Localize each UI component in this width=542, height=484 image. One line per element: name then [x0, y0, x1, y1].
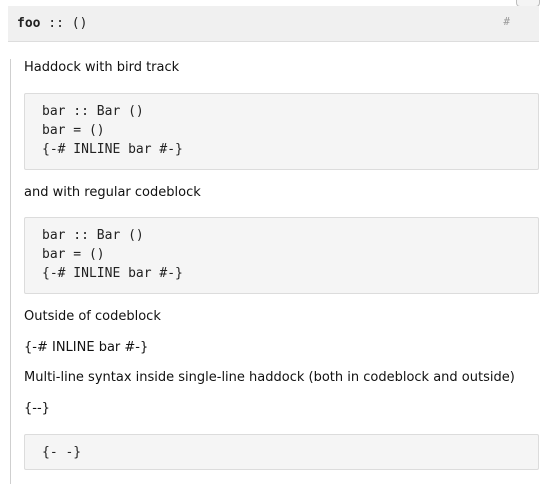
- documentation-page: foo :: () # Haddock with bird track bar …: [0, 0, 542, 484]
- code-block-regular: bar :: Bar () bar = () {-# INLINE bar #-…: [24, 217, 539, 294]
- code-line: bar :: Bar (): [42, 104, 144, 119]
- code-line: bar = (): [42, 123, 105, 138]
- anchor-link[interactable]: #: [503, 15, 510, 28]
- doc-paragraph-bird-track: Haddock with bird track: [24, 60, 180, 75]
- code-block-braces: {- -}: [24, 434, 539, 470]
- code-line: bar :: Bar (): [42, 228, 144, 243]
- code-block-bird-track: bar :: Bar () bar = () {-# INLINE bar #-…: [24, 93, 539, 170]
- code-line: {-# INLINE bar #-}: [42, 142, 183, 157]
- declaration-header: foo :: () #: [8, 6, 539, 42]
- doc-braces-outside: {--}: [24, 401, 50, 416]
- doc-pragma-outside: {-# INLINE bar #-}: [24, 340, 149, 355]
- code-line: bar = (): [42, 247, 105, 262]
- doc-paragraph-regular: and with regular codeblock: [24, 185, 201, 200]
- function-name: foo: [17, 16, 41, 31]
- doc-body: Haddock with bird track bar :: Bar () ba…: [10, 59, 541, 484]
- type-signature: foo :: (): [17, 16, 87, 31]
- doc-paragraph-multiline: Multi-line syntax inside single-line had…: [24, 370, 515, 385]
- type-signature-text: :: (): [40, 16, 88, 31]
- doc-paragraph-outside: Outside of codeblock: [24, 309, 161, 324]
- code-line: {-# INLINE bar #-}: [42, 266, 183, 281]
- code-line: {- -}: [42, 445, 82, 460]
